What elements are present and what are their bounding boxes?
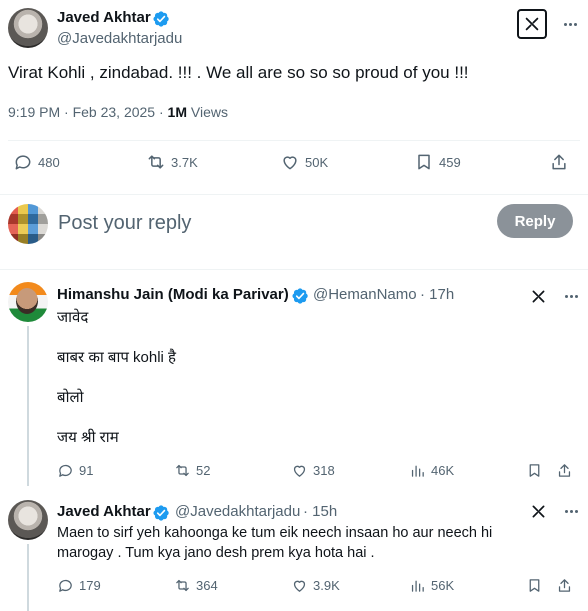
thread-line: [27, 544, 29, 611]
reply-button[interactable]: 179: [57, 573, 101, 597]
share-icon: [558, 578, 571, 592]
bookmark-button[interactable]: [526, 573, 543, 597]
repost-icon: [176, 579, 189, 591]
reply-count: 480: [38, 154, 60, 170]
views-count: 1M: [167, 104, 187, 120]
like-count: 318: [313, 462, 335, 478]
reply-icon: [59, 579, 72, 592]
reply-button[interactable]: 480: [13, 150, 60, 174]
reply-count: 179: [79, 577, 101, 593]
share-icon: [558, 463, 571, 477]
views-icon: [411, 465, 424, 477]
share-button[interactable]: [556, 573, 573, 597]
more-icon[interactable]: [560, 14, 580, 34]
divider: [8, 140, 580, 141]
more-icon[interactable]: [561, 501, 581, 521]
reply-composer: Post your reply Reply: [0, 196, 588, 270]
like-icon: [293, 465, 306, 477]
tweet-meta[interactable]: 9:19 PM · Feb 23, 2025 · 1M Views: [8, 104, 228, 120]
like-button[interactable]: 50K: [280, 150, 328, 174]
author-avatar[interactable]: [8, 8, 48, 48]
views-icon: [411, 580, 424, 592]
repost-count: 364: [196, 577, 218, 593]
like-button[interactable]: 3.9K: [291, 573, 340, 597]
author-name[interactable]: Javed Akhtar: [57, 9, 151, 26]
author-handle[interactable]: @Javedakhtarjadu: [57, 30, 182, 47]
reply-tweet[interactable]: Himanshu Jain (Modi ka Parivar) @HemanNa…: [0, 272, 588, 492]
grok-icon[interactable]: [528, 286, 548, 306]
repost-button[interactable]: 52: [174, 458, 210, 482]
bookmark-icon: [529, 578, 540, 592]
views-label: Views: [186, 104, 228, 120]
tweet-time[interactable]: 9:19 PM · Feb 23, 2025 ·: [8, 104, 168, 120]
bookmark-count: 459: [439, 154, 461, 170]
more-icon[interactable]: [561, 286, 581, 306]
share-button[interactable]: [556, 458, 573, 482]
reply-tweet[interactable]: Javed Akhtar @Javedakhtarjadu · 15h Maen…: [0, 492, 588, 611]
reply-icon: [59, 464, 72, 477]
bookmark-icon: [529, 463, 540, 477]
reply-time[interactable]: · 17h: [420, 286, 454, 303]
views-button[interactable]: 56K: [409, 573, 454, 597]
reply-text-line: Maen to sirf yeh kahoonga ke tum eik nee…: [57, 525, 493, 541]
grok-icon[interactable]: [517, 9, 547, 39]
main-tweet: Javed Akhtar @Javedakhtarjadu Virat Kohl…: [0, 0, 588, 195]
reply-input[interactable]: Post your reply: [58, 212, 191, 235]
reply-author-handle[interactable]: @HemanNamo: [313, 286, 417, 303]
reply-icon: [15, 155, 31, 170]
reply-text-line: जावेद: [57, 309, 89, 326]
verified-icon: [292, 288, 308, 304]
like-count: 50K: [305, 154, 329, 170]
reply-text-line: marogay . Tum kya jano desh prem kya hot…: [57, 545, 375, 561]
share-icon: [552, 154, 566, 170]
reply-count: 91: [79, 462, 94, 478]
verified-icon: [153, 505, 169, 521]
verified-icon: [153, 11, 169, 27]
tweet-actions: 480 3.7K 50K 459: [0, 150, 588, 176]
reply-text-line: जय श्री राम: [57, 429, 119, 446]
reply-time[interactable]: · 15h: [303, 503, 337, 520]
repost-count: 3.7K: [171, 154, 198, 170]
repost-button[interactable]: 364: [174, 573, 218, 597]
repost-count: 52: [196, 462, 211, 478]
like-icon: [283, 156, 297, 170]
reply-text-line: बाबर का बाप kohli है: [57, 349, 177, 366]
tweet-text: Virat Kohli , zindabad. !!! . We all are…: [8, 63, 469, 82]
grok-icon[interactable]: [528, 501, 548, 521]
bookmark-button[interactable]: 459: [414, 150, 461, 174]
repost-button[interactable]: 3.7K: [146, 150, 198, 174]
current-user-avatar[interactable]: [8, 204, 48, 244]
like-count: 3.9K: [313, 577, 340, 593]
like-icon: [293, 580, 306, 592]
thread-line: [27, 326, 29, 486]
views-count: 46K: [431, 462, 455, 478]
reply-author-name[interactable]: Javed Akhtar: [57, 503, 151, 520]
like-button[interactable]: 318: [291, 458, 335, 482]
share-button[interactable]: [549, 150, 569, 174]
repost-icon: [148, 155, 164, 169]
views-button[interactable]: 46K: [409, 458, 454, 482]
reply-author-handle[interactable]: @Javedakhtarjadu: [175, 503, 300, 520]
bookmark-button[interactable]: [526, 458, 543, 482]
bookmark-icon: [418, 154, 430, 170]
reply-author-avatar[interactable]: [8, 500, 48, 540]
repost-icon: [176, 464, 189, 476]
reply-text-line: बोलो: [57, 389, 84, 406]
reply-author-avatar[interactable]: [8, 282, 48, 322]
reply-button[interactable]: 91: [57, 458, 93, 482]
reply-submit-button[interactable]: Reply: [497, 204, 573, 238]
views-count: 56K: [431, 577, 455, 593]
reply-author-name[interactable]: Himanshu Jain (Modi ka Parivar): [57, 286, 289, 303]
